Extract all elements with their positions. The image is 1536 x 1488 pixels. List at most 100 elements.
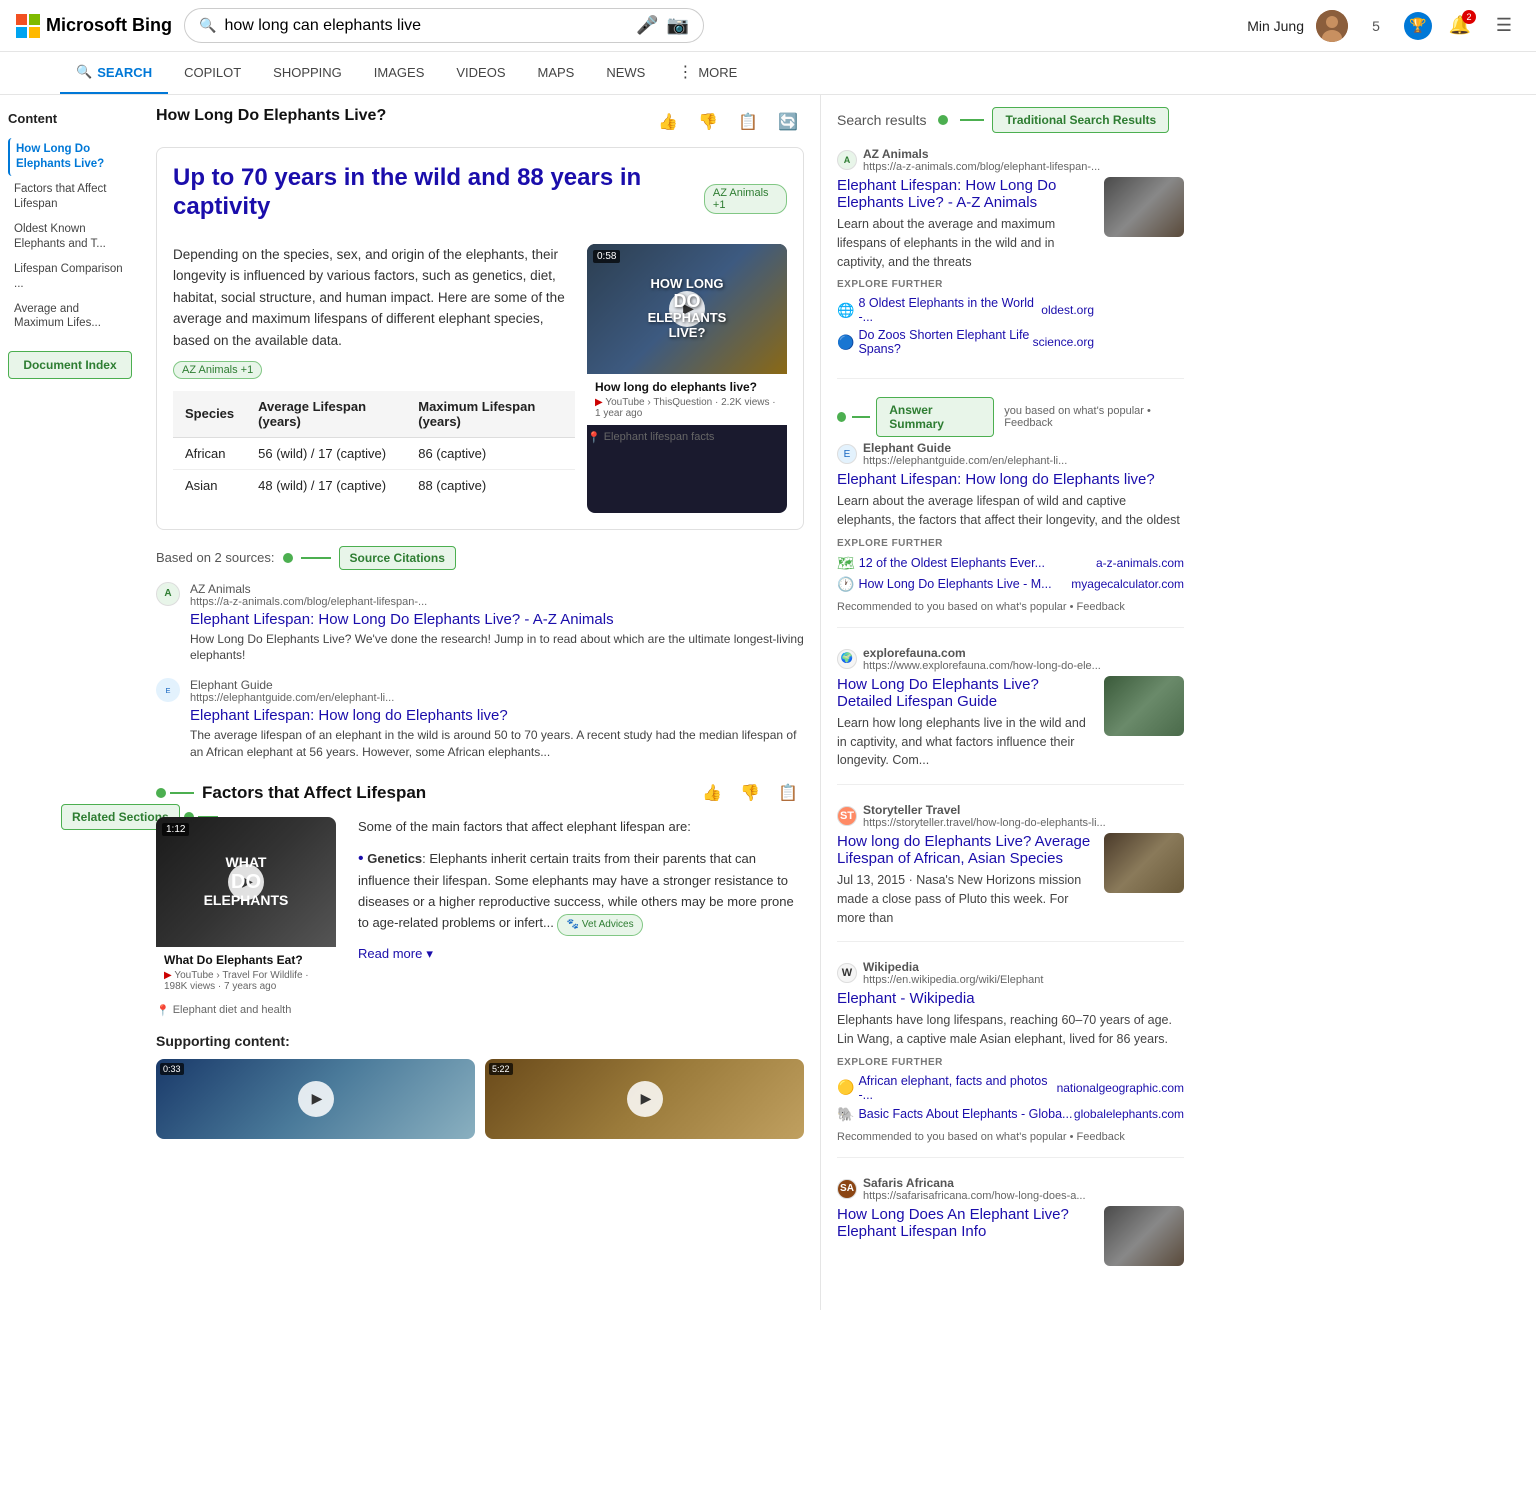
table-header-max: Maximum Lifespan (years) [406, 391, 575, 438]
explore-link-text-1-0[interactable]: 🗺 12 of the Oldest Elephants Ever... [837, 555, 1045, 572]
result-desc-2: Learn how long elephants live in the wil… [837, 714, 1094, 770]
result-item-0: A AZ Animals https://a-z-animals.com/blo… [837, 147, 1184, 379]
result-title-3[interactable]: How long do Elephants Live? Average Life… [837, 833, 1094, 867]
points-icon[interactable]: 5 [1360, 10, 1392, 42]
recommended-1: Recommended to you based on what's popul… [837, 601, 1184, 613]
result-domain-4: Wikipedia [863, 960, 1043, 974]
source-desc-0: How Long Do Elephants Live? We've done t… [190, 631, 804, 665]
explore-domain-1-1: myagecalculator.com [1071, 577, 1184, 591]
notifications-icon[interactable]: 🔔 2 [1444, 10, 1476, 42]
factors-location-pin-icon: 📍 [156, 1004, 170, 1017]
source-link-0[interactable]: Elephant Lifespan: How Long Do Elephants… [190, 611, 804, 628]
explore-link-text-1-1[interactable]: 🕐 How Long Do Elephants Live - M... [837, 576, 1052, 593]
result-source-1: E Elephant Guide https://elephantguide.c… [837, 441, 1184, 467]
source-favicon-0: A [156, 582, 180, 606]
explore-domain-0-0: oldest.org [1041, 303, 1094, 317]
tab-search[interactable]: 🔍 SEARCH [60, 52, 168, 94]
source-url-1: https://elephantguide.com/en/elephant-li… [190, 692, 804, 704]
tab-images[interactable]: IMAGES [358, 52, 441, 94]
video-overlay-1: HOW LONG [651, 277, 724, 291]
tab-shopping[interactable]: SHOPPING [257, 52, 358, 94]
search-input[interactable] [224, 17, 628, 35]
source-item-1: E Elephant Guide https://elephantguide.c… [156, 678, 804, 761]
tab-videos[interactable]: VIDEOS [440, 52, 521, 94]
factors-bullet-0: • Genetics: Elephants inherit certain tr… [358, 846, 804, 936]
result-source-3: ST Storyteller Travel https://storytelle… [837, 803, 1184, 829]
tab-more[interactable]: ⋮ MORE [661, 52, 753, 94]
tab-news[interactable]: NEWS [590, 52, 661, 94]
document-index-button[interactable]: Document Index [8, 351, 132, 379]
answer-content: Depending on the species, sex, and origi… [173, 244, 787, 513]
factors-title: Factors that Affect Lifespan [202, 783, 426, 803]
tab-copilot[interactable]: COPILOT [168, 52, 257, 94]
explore-link-text-0-0[interactable]: 🌐 8 Oldest Elephants in the World -... [837, 296, 1041, 324]
result-domain-2: explorefauna.com [863, 646, 1101, 660]
camera-icon[interactable]: 📷 [667, 15, 689, 36]
result-favicon-5: SA [837, 1179, 857, 1199]
explore-domain-4-1: globalelephants.com [1074, 1107, 1184, 1121]
explore-further-1: EXPLORE FURTHER 🗺 12 of the Oldest Eleph… [837, 538, 1184, 593]
source-favicon-1: E [156, 678, 180, 702]
copy-icon[interactable]: 📋 [732, 110, 764, 134]
result-item-3: ST Storyteller Travel https://storytelle… [837, 803, 1184, 942]
sidebar-item-0[interactable]: How Long Do Elephants Live? [8, 138, 132, 176]
result-domain-1: Elephant Guide [863, 441, 1067, 455]
answer-actions: 👍 👎 📋 🔄 [652, 110, 804, 134]
source-link-1[interactable]: Elephant Lifespan: How long do Elephants… [190, 707, 804, 724]
sidebar-item-3[interactable]: Lifespan Comparison ... [8, 258, 132, 296]
header: Microsoft Bing 🔍 🎤 📷 Min Jung 5 🏆 🔔 [0, 0, 1536, 95]
recommended-4: Recommended to you based on what's popul… [837, 1131, 1184, 1143]
result-source-0: A AZ Animals https://a-z-animals.com/blo… [837, 147, 1184, 173]
read-more-button[interactable]: Read more ▾ [358, 944, 804, 965]
menu-icon[interactable]: ☰ [1488, 10, 1520, 42]
result-title-5[interactable]: How Long Does An Elephant Live? Elephant… [837, 1206, 1094, 1240]
result-title-4[interactable]: Elephant - Wikipedia [837, 990, 1184, 1007]
support-thumb-0[interactable]: 0:33 [156, 1059, 475, 1139]
traditional-search-results-tag: Traditional Search Results [992, 107, 1169, 133]
search-bar[interactable]: 🔍 🎤 📷 [184, 8, 704, 43]
answer-source-tag[interactable]: AZ Animals +1 [704, 184, 787, 214]
result-content-3: How long do Elephants Live? Average Life… [837, 833, 1184, 927]
factors-thumbs-down-icon[interactable]: 👎 [734, 781, 766, 805]
result-item-5: SA Safaris Africana https://safarisafric… [837, 1176, 1184, 1280]
result-favicon-4: W [837, 963, 857, 983]
source-citations-label: Source Citations [339, 546, 456, 570]
rewards-icon[interactable]: 🏆 [1404, 12, 1432, 40]
bullet-term: Genetics [367, 851, 422, 866]
support-play-1[interactable] [627, 1081, 663, 1117]
result-desc-1: Learn about the average lifespan of wild… [837, 492, 1184, 530]
result-title-0[interactable]: Elephant Lifespan: How Long Do Elephants… [837, 177, 1094, 211]
sidebar-item-4[interactable]: Average and Maximum Lifes... [8, 298, 132, 336]
result-content-2: How Long Do Elephants Live? Detailed Lif… [837, 676, 1184, 770]
factors-header: Factors that Affect Lifespan 👍 👎 📋 [156, 781, 804, 805]
support-thumb-1[interactable]: 5:22 [485, 1059, 804, 1139]
chevron-down-icon: ▾ [426, 944, 433, 965]
explore-link-text-4-0[interactable]: 🟡 African elephant, facts and photos -..… [837, 1074, 1057, 1102]
sidebar: Content How Long Do Elephants Live? Fact… [0, 95, 140, 1310]
content-area: How Long Do Elephants Live? 👍 👎 📋 🔄 Up t… [140, 95, 820, 1310]
factors-thumbs-up-icon[interactable]: 👍 [696, 781, 728, 805]
mic-icon[interactable]: 🎤 [636, 15, 658, 36]
explore-link-text-0-1[interactable]: 🔵 Do Zoos Shorten Elephant Life Spans? [837, 328, 1033, 356]
factors-video-source: ▶ YouTube › Travel For Wildlife · 198K v… [164, 970, 328, 992]
result-title-1[interactable]: Elephant Lifespan: How long do Elephants… [837, 471, 1184, 488]
source-url-0: https://a-z-animals.com/blog/elephant-li… [190, 596, 804, 608]
sidebar-item-1[interactable]: Factors that Affect Lifespan [8, 178, 132, 216]
refresh-icon[interactable]: 🔄 [772, 110, 804, 134]
thumbs-down-icon[interactable]: 👎 [692, 110, 724, 134]
thumbs-up-icon[interactable]: 👍 [652, 110, 684, 134]
result-source-5: SA Safaris Africana https://safarisafric… [837, 1176, 1184, 1202]
answer-source-tag-2[interactable]: AZ Animals +1 [173, 361, 262, 379]
explore-link-text-4-1[interactable]: 🐘 Basic Facts About Elephants - Globa... [837, 1106, 1072, 1123]
factors-actions: 👍 👎 📋 [696, 781, 804, 805]
result-favicon-3: ST [837, 806, 857, 826]
result-url-1: https://elephantguide.com/en/elephant-li… [863, 455, 1067, 467]
factors-copy-icon[interactable]: 📋 [772, 781, 804, 805]
sidebar-title: Content [8, 111, 132, 126]
support-play-0[interactable] [298, 1081, 334, 1117]
sidebar-item-2[interactable]: Oldest Known Elephants and T... [8, 218, 132, 256]
explore-domain-4-0: nationalgeographic.com [1057, 1081, 1184, 1095]
result-title-2[interactable]: How Long Do Elephants Live? Detailed Lif… [837, 676, 1094, 710]
result-thumb-3 [1104, 833, 1184, 893]
tab-maps[interactable]: MAPS [522, 52, 591, 94]
